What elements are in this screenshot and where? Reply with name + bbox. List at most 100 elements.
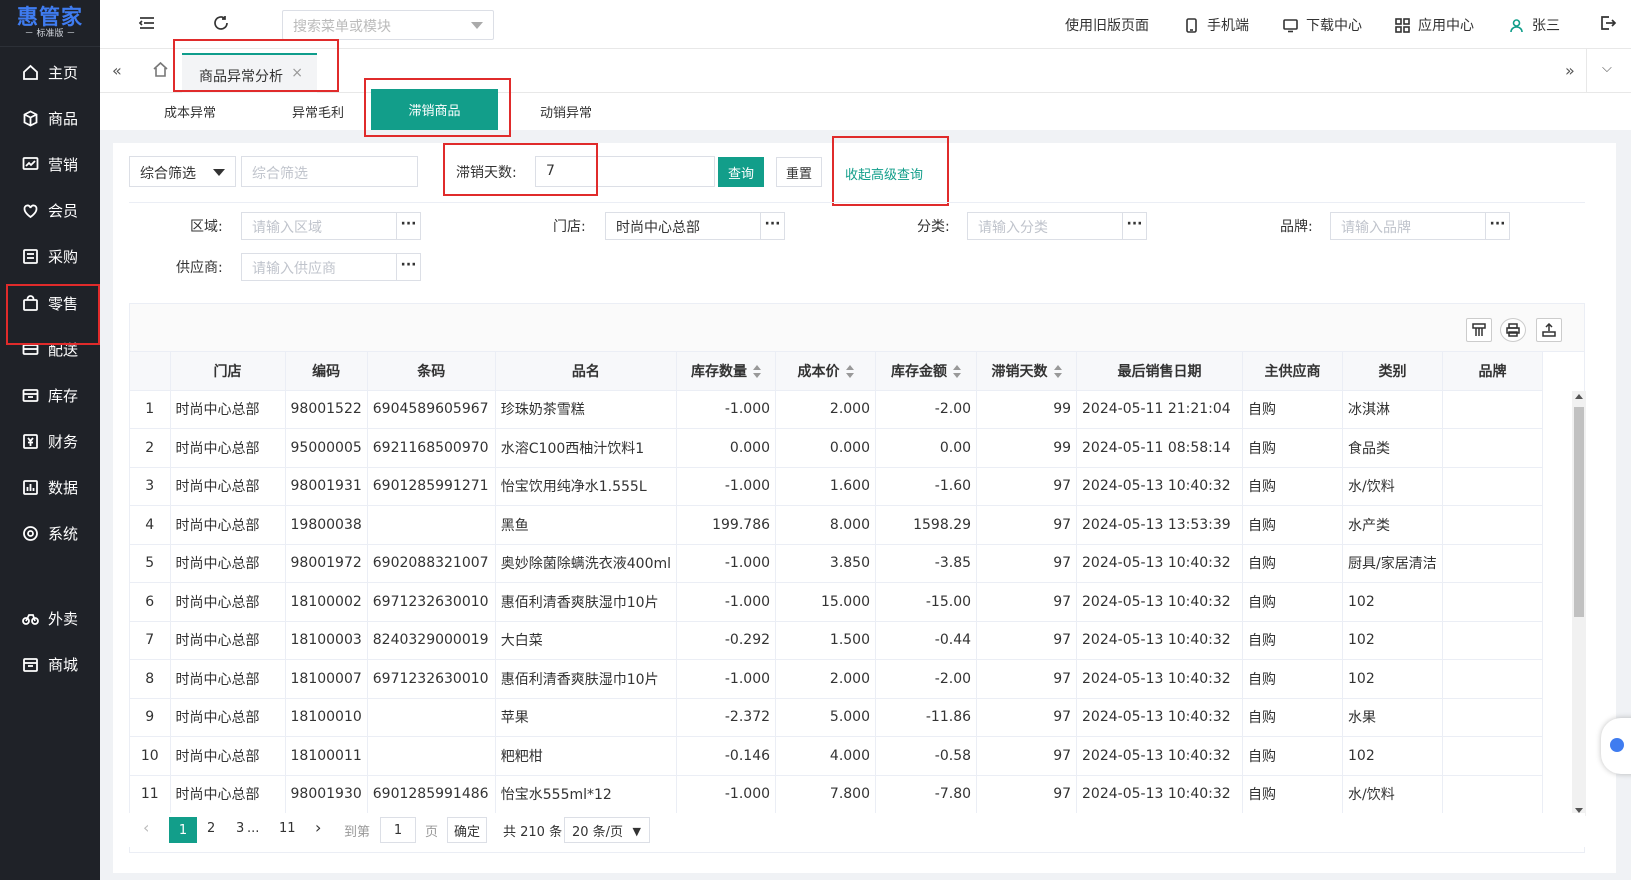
table-scrollbar[interactable] [1572,391,1586,816]
scrollbar-thumb[interactable] [1574,407,1584,617]
category-input[interactable]: 请输入分类 ··· [967,212,1147,240]
sidebar-item-5[interactable]: 零售 [0,281,100,325]
subtab-gross-margin-anomaly[interactable]: 异常毛利 [268,93,368,130]
sidebar-item-10[interactable]: 系统 [0,511,100,555]
table-row[interactable]: 7 时尚中心总部 18100003 8240329000019 大白菜 -0.292 1.5… [130,621,1544,660]
table-row[interactable]: 10 时尚中心总部 18100011 粑粑柑 -0.146 4.000 -0.58 97 202… [130,736,1544,776]
sidebar-item-6[interactable]: 配送 [0,327,100,371]
table-row[interactable]: 6 时尚中心总部 18100002 6971232630010 惠佰利清香爽肤湿巾10片… [130,582,1544,622]
goto-confirm-button[interactable]: 确定 [447,817,487,843]
col-code[interactable]: 编码 [285,352,368,391]
menu-search-select[interactable]: 搜索菜单或模块 [282,10,494,40]
floating-assistant-button[interactable] [1601,718,1631,774]
export-icon[interactable] [1536,318,1562,342]
col-stock-amount[interactable]: 库存金额 [875,352,978,391]
region-input[interactable]: 请输入区域 ··· [241,212,421,240]
col-brand[interactable]: 品牌 [1442,352,1544,391]
region-label: 区域: [190,219,223,235]
sidebar-item-3[interactable]: 会员 [0,188,100,232]
sidebar-item-9[interactable]: 数据 [0,465,100,509]
app-center-link[interactable]: 应用中心 [1395,15,1474,35]
column-settings-icon[interactable] [1466,318,1492,342]
next-page-button[interactable]: › [315,818,321,837]
prev-page-button[interactable]: ‹ [143,818,149,837]
col-last-sale-date[interactable]: 最后销售日期 [1076,352,1244,391]
category-more-button[interactable]: ··· [1122,213,1146,239]
col-store[interactable]: 门店 [170,352,286,391]
table-header-row: 门店 编码 条码 品名 库存数量 成本价 库存金额 滞销天数 最后销售日期 主供… [130,352,1544,391]
table-row[interactable]: 2 时尚中心总部 95000005 6921168500970 水溶C100西柚汁饮料1… [130,428,1544,468]
brand-input[interactable]: 请输入品牌 ··· [1330,212,1510,240]
tab-goods-anomaly[interactable]: 商品异常分析 × [182,53,317,93]
sort-icon[interactable] [1053,364,1062,379]
sort-icon[interactable] [845,364,854,379]
col-stock-qty[interactable]: 库存数量 [676,352,777,391]
refresh-icon[interactable] [212,14,232,34]
table-cell: 2024-05-13 10:40:32 [1076,544,1244,583]
download-center-link[interactable]: 下载中心 [1283,15,1362,35]
close-tab-icon[interactable]: × [291,65,303,81]
sidebar-item-4[interactable]: 采购 [0,234,100,278]
sidebar-item-2[interactable]: 营销 [0,142,100,186]
page-size-select[interactable]: 20 条/页 ▼ [564,817,650,843]
query-button[interactable]: 查询 [718,157,764,187]
logout-icon[interactable] [1599,14,1619,34]
brand-more-button[interactable]: ··· [1485,213,1509,239]
reset-button[interactable]: 重置 [776,157,822,187]
user-menu[interactable]: 张三 [1509,15,1560,35]
collapse-advanced-link[interactable]: 收起高级查询 [845,164,923,183]
region-more-button[interactable]: ··· [396,213,420,239]
supplier-more-button[interactable]: ··· [396,254,420,280]
table-row[interactable]: 9 时尚中心总部 18100010 苹果 -2.372 5.000 -11.86 97 2024… [130,698,1544,737]
sort-icon[interactable] [753,364,762,379]
col-main-supplier[interactable]: 主供应商 [1242,352,1344,391]
sidebar-item-0[interactable]: 主页 [0,50,100,94]
col-product-name[interactable]: 品名 [495,352,678,391]
subtab-cost-anomaly[interactable]: 成本异常 [140,93,240,130]
sidebar-item-11[interactable]: 外卖 [0,596,100,640]
table-row[interactable]: 8 时尚中心总部 18100007 6971232630010 惠佰利清香爽肤湿巾10片… [130,659,1544,699]
sidebar-item-7[interactable]: 库存 [0,373,100,417]
combo-filter-input[interactable]: 综合筛选 [241,156,418,187]
col-barcode[interactable]: 条码 [367,352,496,391]
table-cell: 自购 [1242,659,1344,699]
old-version-link[interactable]: 使用旧版页面 [1065,15,1149,35]
store-input[interactable]: 时尚中心总部 ··· [605,212,785,240]
table-cell: 8 [130,659,171,699]
print-icon[interactable] [1500,318,1526,342]
sidebar-item-12[interactable]: 商城 [0,642,100,686]
scroll-up-icon[interactable] [1575,394,1583,399]
table-row[interactable]: 4 时尚中心总部 19800038 黑鱼 199.786 8.000 1598.29 97 20… [130,505,1544,545]
table-row[interactable]: 5 时尚中心总部 98001972 6902088321007 奥妙除菌除螨洗衣液400… [130,544,1544,583]
page-unit-label: 页 [425,825,439,840]
page-11[interactable]: 11 [279,821,296,836]
sidebar-item-1[interactable]: 商品 [0,96,100,140]
col-cost-price[interactable]: 成本价 [775,352,877,391]
page-3[interactable]: 3 [236,821,244,836]
table-cell: 102 [1342,621,1444,660]
stale-days-input[interactable]: 7 [535,156,715,187]
home-tab-icon[interactable] [152,61,172,81]
subtab-stale-goods[interactable]: 滞销商品 [371,89,498,130]
store-more-button[interactable]: ··· [760,213,784,239]
sort-icon[interactable] [953,364,962,379]
tabs-scroll-left-icon[interactable]: « [112,61,122,80]
table-row[interactable]: 3 时尚中心总部 98001931 6901285991271 怡宝饮用纯净水1.555… [130,467,1544,506]
table-row[interactable]: 11 时尚中心总部 98001930 6901285991486 怡宝水555ml*12… [130,775,1544,814]
col-category[interactable]: 类别 [1342,352,1444,391]
col-stale-days[interactable]: 滞销天数 [976,352,1078,391]
combo-filter-select[interactable]: 综合筛选 [129,156,236,187]
mobile-link[interactable]: 手机端 [1184,15,1249,35]
tabs-dropdown-icon[interactable]: ⌵ [1602,61,1612,76]
logo-name: 惠管家 [17,5,83,29]
supplier-input[interactable]: 请输入供应商 ··· [241,253,421,281]
goto-page-input[interactable]: 1 [380,817,416,843]
sidebar-item-8[interactable]: 财务 [0,419,100,463]
table-row[interactable]: 1 时尚中心总部 98001522 6904589605967 珍珠奶茶雪糕 -1.000… [130,390,1544,429]
menu-toggle-icon[interactable] [138,14,158,34]
page-1[interactable]: 1 [169,817,197,843]
page-2[interactable]: 2 [207,821,215,836]
tabs-scroll-right-icon[interactable]: » [1565,61,1575,80]
subtab-sales-anomaly[interactable]: 动销异常 [516,93,616,130]
table-cell: -3.85 [875,544,978,583]
